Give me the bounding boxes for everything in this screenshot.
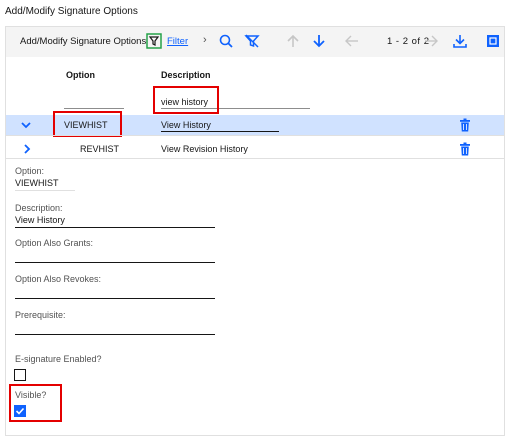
grants-label: Option Also Grants: [15,238,94,248]
clear-filter-icon[interactable] [244,33,260,49]
row-description-cell: View History [161,120,211,130]
highlight-box [53,111,122,137]
filter-link[interactable]: Filter [167,36,188,47]
filter-icon[interactable] [146,33,162,49]
previous-page-icon[interactable] [344,33,360,49]
row-description-cell: View Revision History [161,144,248,154]
prerequisite-field-underline [15,334,215,335]
table-panel [5,26,505,436]
search-icon[interactable] [218,33,234,49]
option-value: VIEWHIST [15,178,59,188]
download-icon[interactable] [452,33,468,49]
row-divider [6,135,504,136]
arrow-up-icon[interactable] [285,33,301,49]
expand-icon[interactable] [485,33,501,49]
prerequisite-label: Prerequisite: [15,310,66,320]
esignature-checkbox[interactable] [14,369,26,381]
option-underline [15,190,75,191]
row-option-cell: REVHIST [80,144,120,154]
table-title: Add/Modify Signature Options [20,36,147,47]
trash-icon[interactable] [459,118,471,132]
description-field[interactable]: View History [15,215,65,225]
description-label: Description: [15,203,63,213]
option-label: Option: [15,166,45,176]
revokes-label: Option Also Revokes: [15,274,102,284]
next-page-icon[interactable] [423,33,439,49]
highlight-box [9,384,62,422]
highlight-box [153,86,219,114]
option-filter-input[interactable] [64,108,124,109]
table-toolbar: Add/Modify Signature Options Filter › 1 … [6,27,504,57]
description-field-underline [15,227,215,228]
revokes-field-underline [15,298,215,299]
description-underline [161,131,279,132]
chevron-right-icon[interactable]: › [203,34,207,46]
trash-icon[interactable] [459,142,471,156]
chevron-right-icon[interactable] [21,143,33,155]
esignature-label: E-signature Enabled? [15,354,102,364]
page-title: Add/Modify Signature Options [5,6,138,17]
column-header-description[interactable]: Description [161,70,211,80]
column-header-option[interactable]: Option [66,70,95,80]
arrow-down-icon[interactable] [311,33,327,49]
chevron-down-icon[interactable] [20,119,32,131]
grants-field-underline [15,262,215,263]
